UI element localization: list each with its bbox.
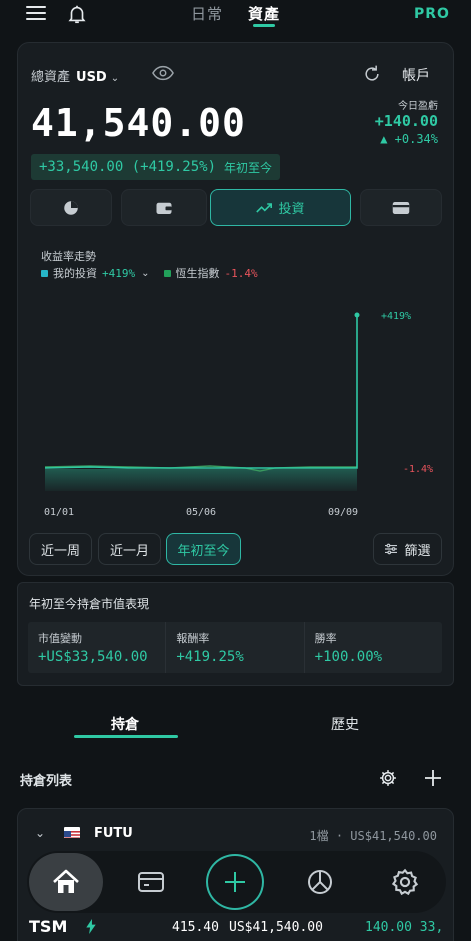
legend-swatch — [163, 269, 171, 277]
menu-icon[interactable] — [26, 6, 46, 20]
legend-my-investment[interactable]: 我的投資 +419% ⌄ — [41, 265, 150, 281]
legend-label: 恆生指數 — [175, 267, 220, 280]
range-week-button[interactable]: 近一周 — [29, 533, 92, 565]
legend-label: 我的投資 — [53, 267, 97, 280]
trend-up-icon — [256, 202, 273, 213]
today-pl-percent: ▲ +0.34% — [380, 132, 438, 146]
bottom-nav — [27, 851, 446, 913]
ytd-performance-card: 年初至今持倉市值表現 市值變動 +US$33,540.00 報酬率 +419.2… — [17, 582, 454, 686]
add-icon[interactable] — [423, 768, 443, 788]
tab-assets[interactable]: 資產 — [248, 3, 280, 24]
return-trend-chart[interactable]: +419% -1.4% 01/01 05/06 09/09 — [30, 288, 442, 523]
settings-icon[interactable] — [378, 768, 398, 788]
end-label-my-investment: +419% — [381, 311, 411, 322]
tab-daily[interactable]: 日常 — [191, 3, 223, 24]
tab-allocation[interactable] — [30, 189, 112, 226]
tab-card[interactable] — [360, 189, 442, 226]
holdings-list-title: 持倉列表 — [20, 774, 73, 789]
perf-title: 年初至今持倉市值表現 — [29, 597, 150, 611]
pie-chart-icon[interactable] — [306, 868, 334, 896]
perf-label: 勝率 — [314, 632, 337, 645]
filter-label: 篩選 — [404, 543, 431, 559]
nav-home[interactable] — [29, 853, 103, 911]
top-bar: 日常 資產 PRO — [0, 0, 471, 32]
end-label-hsi: -1.4% — [403, 464, 433, 475]
perf-cell-win-rate: 勝率 +100.00% — [305, 622, 442, 673]
perf-label: 市值變動 — [38, 632, 82, 645]
ytd-return-value: +33,540.00 (+419.25%) — [39, 159, 217, 175]
wallet-icon — [156, 202, 172, 214]
range-selector: 近一周 近一月 年初至今 篩選 — [29, 533, 443, 567]
settings-icon[interactable] — [391, 868, 419, 896]
pro-badge[interactable]: PRO — [414, 6, 450, 22]
perf-grid: 市值變動 +US$33,540.00 報酬率 +419.25% 勝率 +100.… — [28, 622, 442, 673]
pie-chart-icon — [64, 200, 78, 215]
tab-history[interactable]: 歷史 — [331, 714, 359, 734]
legend-value: -1.4% — [224, 266, 258, 280]
perf-cell-market-value: 市值變動 +US$33,540.00 — [28, 622, 167, 673]
chevron-down-icon: ⌄ — [141, 267, 150, 279]
table-row[interactable]: TSM 415.40 US$41,540.00 140.00 33, — [0, 916, 471, 941]
account-name: FUTU — [94, 826, 133, 841]
perf-value: +419.25% — [176, 649, 244, 665]
asset-summary-card: 總資產 USD ⌄ 帳戶 41,540.00 今日盈虧 +140.00 ▲ +0.3… — [17, 42, 454, 576]
ytd-tag: 年初至今 — [224, 160, 273, 175]
ytd-return-pill: +33,540.00 (+419.25%) 年初至今 — [31, 154, 281, 180]
range-month-button[interactable]: 近一月 — [98, 533, 161, 565]
trend-title: 收益率走勢 — [41, 250, 96, 263]
active-tab-indicator — [253, 24, 275, 27]
total-assets-label: 總資產 — [31, 70, 71, 85]
range-ytd-button[interactable]: 年初至今 — [166, 533, 241, 565]
holding-pl: 140.00 33, — [365, 920, 444, 935]
legend-value: +419% — [102, 266, 136, 280]
view-tabs: 投資 — [30, 189, 442, 227]
refresh-icon[interactable] — [362, 64, 382, 84]
us-flag-icon — [64, 827, 80, 838]
legend-swatch — [41, 269, 48, 277]
series-end-point — [354, 312, 360, 318]
total-assets-value: 41,540.00 — [31, 101, 246, 145]
card-icon — [392, 201, 410, 214]
holding-price: 415.40 — [172, 920, 219, 935]
account-button[interactable]: 帳戶 — [402, 65, 430, 85]
legend-hsi[interactable]: 恆生指數 -1.4% — [163, 265, 258, 281]
tab-wallet[interactable] — [121, 189, 207, 226]
tab-investment[interactable]: 投資 — [210, 189, 351, 226]
plus-icon — [225, 872, 245, 892]
perf-value: +100.00% — [314, 649, 383, 665]
currency-label: USD — [76, 70, 107, 85]
filter-icon — [385, 543, 398, 555]
perf-cell-return: 報酬率 +419.25% — [166, 622, 305, 673]
holding-symbol: TSM — [29, 917, 68, 936]
bell-icon[interactable] — [66, 3, 88, 25]
perf-value: +US$33,540.00 — [38, 649, 148, 665]
x-tick-label: 09/09 — [328, 507, 358, 518]
perf-label: 報酬率 — [176, 632, 210, 645]
today-pl-label: 今日盈虧 — [398, 101, 438, 112]
my-investment-series-line — [44, 315, 358, 469]
home-icon — [53, 869, 79, 893]
filter-button[interactable]: 篩選 — [373, 533, 442, 565]
chart-legend: 我的投資 +419% ⌄ 恆生指數 -1.4% — [41, 265, 272, 281]
wallet-icon[interactable] — [137, 868, 165, 896]
x-tick-label: 01/01 — [44, 507, 74, 518]
currency-selector[interactable]: 總資產 USD ⌄ — [31, 66, 119, 85]
account-summary: 1檔 · US$41,540.00 — [309, 829, 437, 843]
holdings-tab-indicator — [74, 735, 178, 738]
tab-holdings[interactable]: 持倉 — [111, 714, 139, 734]
chevron-down-icon: ⌄ — [110, 73, 120, 84]
chevron-down-icon[interactable]: ⌄ — [35, 826, 45, 840]
lightning-icon — [86, 919, 96, 934]
today-pl-value: +140.00 — [374, 112, 438, 130]
chart-area-fill — [45, 469, 357, 491]
holding-market-value: US$41,540.00 — [229, 920, 323, 935]
x-tick-label: 05/06 — [186, 507, 216, 518]
nav-add-button[interactable] — [206, 854, 264, 910]
tab-investment-label: 投資 — [278, 202, 305, 217]
eye-icon[interactable] — [152, 65, 174, 81]
